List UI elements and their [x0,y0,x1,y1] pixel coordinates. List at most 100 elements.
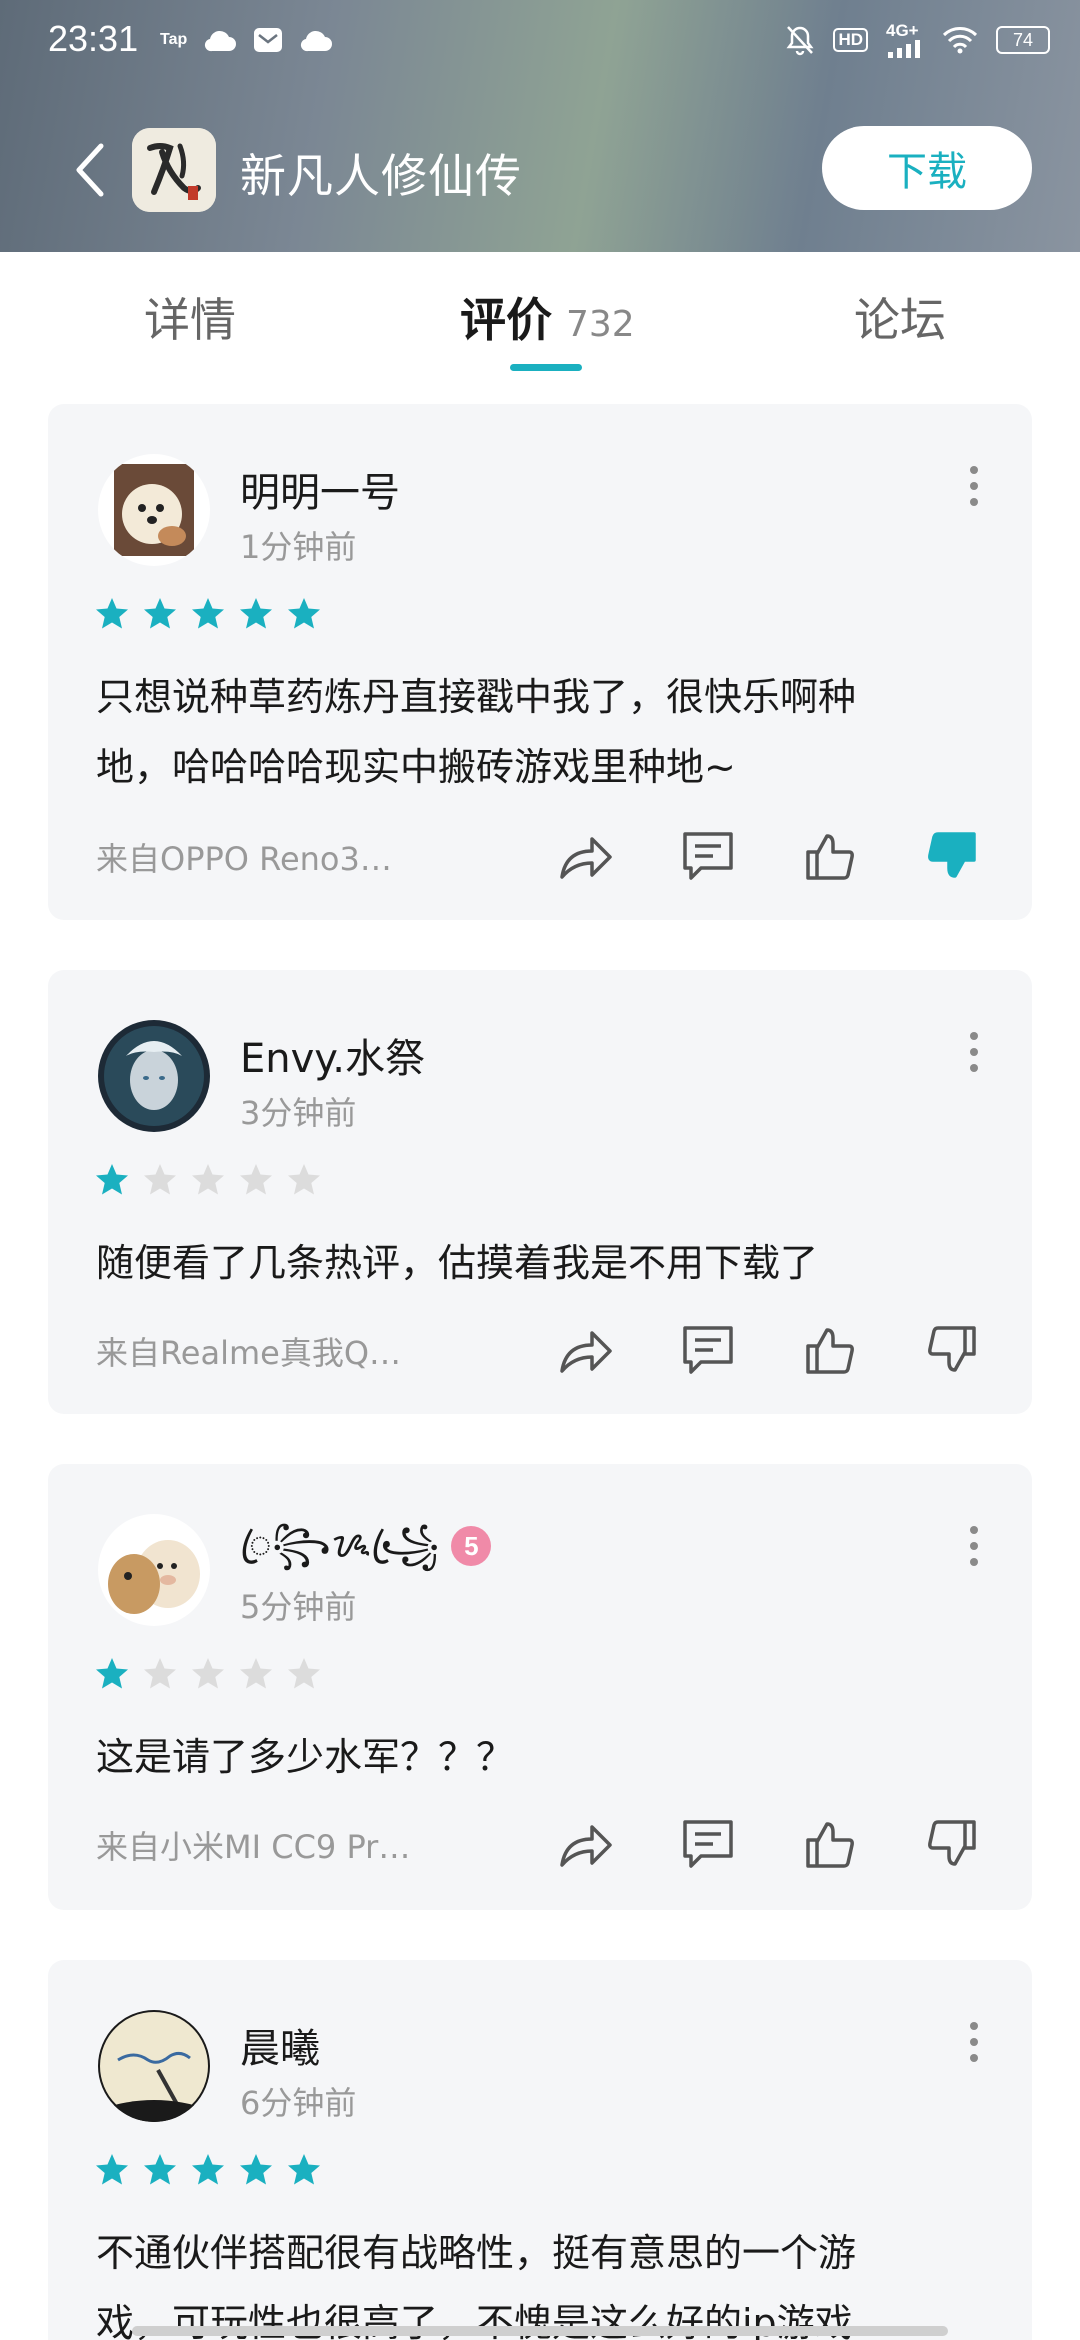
mail-icon [253,26,283,54]
device-label: 来自OPPO Reno3… [96,840,392,878]
star-icon [96,1658,128,1689]
comment-icon [683,832,733,880]
star-icon [240,2154,272,2185]
tab-bar: 详情 评价 732 论坛 [0,252,1080,384]
signal-4g-icon: 4G+ [886,22,924,58]
share-button[interactable] [558,828,614,884]
star-icon [192,1164,224,1195]
device-label: 来自Realme真我Q… [96,1334,402,1372]
cloud-icon [203,27,237,53]
review-text: 只想说种草药炼丹直接戳中我了，很快乐啊种 地，哈哈哈哈现实中搬砖游戏里种地~ [96,662,996,802]
more-options-button[interactable] [964,2022,984,2062]
review-card: ꦿ꧂ᝰ꧁ꦿ 5 5分钟前 这是请了多少水军？？？ 来自小米MI CC9 Pr… [48,1464,1032,1910]
review-time: 6分钟前 [240,2084,357,2122]
star-icon [144,1658,176,1689]
dislike-button[interactable] [924,1816,980,1872]
comment-icon [683,1820,733,1868]
star-icon [288,2154,320,2185]
more-options-button[interactable] [964,466,984,506]
more-options-button[interactable] [964,1032,984,1072]
star-icon [288,1164,320,1195]
star-icon [96,1164,128,1195]
nav-row: 新凡人修仙传 下载 [0,120,1080,220]
tab-forum[interactable]: 论坛 [854,284,946,350]
tab-details-label: 详情 [144,293,236,347]
avatar[interactable] [98,454,210,566]
review-count: 732 [566,304,635,345]
star-icon [192,2154,224,2185]
like-button[interactable] [802,1816,858,1872]
review-time: 5分钟前 [240,1588,357,1626]
tab-reviews-label: 评价 [460,293,552,347]
thumbs-up-icon [806,834,854,880]
avatar[interactable] [98,2010,210,2122]
tab-forum-label: 论坛 [854,293,946,347]
hd-icon: HD [833,28,868,52]
star-icon [240,598,272,629]
username-text: ꦿ꧂ᝰ꧁ꦿ [240,1522,440,1566]
review-text-line: 这是请了多少水军？？？ [96,1735,515,1779]
star-icon [288,1658,320,1689]
share-icon [560,1331,612,1373]
level-badge: 5 [451,1526,492,1566]
wifi-icon [942,26,978,54]
network-label: 4G+ [886,21,919,40]
thumbs-down-icon [928,1820,976,1866]
dislike-button[interactable] [924,828,980,884]
username[interactable]: 明明一号 [240,460,400,518]
username[interactable]: Envy.水祭 [240,1026,425,1084]
app-header: 23:31 Tap HD 4G+ 74 新凡人修仙传 下载 [0,0,1080,252]
review-text: 随便看了几条热评，估摸着我是不用下载了 [96,1228,996,1298]
chevron-left-icon [76,143,104,197]
like-button[interactable] [802,1322,858,1378]
star-icon [240,1164,272,1195]
review-text-line: 不通伙伴搭配很有战略性，挺有意思的一个游 [96,2231,857,2275]
review-actions [558,828,980,884]
review-card: 晨曦 6分钟前 不通伙伴搭配很有战略性，挺有意思的一个游 戏，可玩性也很高了，不… [48,1960,1032,2340]
dislike-button[interactable] [924,1322,980,1378]
username[interactable]: 晨曦 [240,2016,320,2074]
bell-off-icon [785,24,815,56]
comment-button[interactable] [680,1816,736,1872]
review-actions [558,1322,980,1378]
star-icon [96,598,128,629]
comment-button[interactable] [680,828,736,884]
review-text-line: 只想说种草药炼丹直接戳中我了，很快乐啊种 [96,675,857,719]
star-icon [192,598,224,629]
tab-reviews[interactable]: 评价 732 [460,284,635,350]
status-right-icons: HD 4G+ 74 [785,22,1050,58]
thumbs-down-icon [928,1326,976,1372]
avatar[interactable] [98,1514,210,1626]
avatar[interactable] [98,1020,210,1132]
star-icon [144,598,176,629]
back-button[interactable] [60,140,120,200]
more-options-button[interactable] [964,1526,984,1566]
review-card: 明明一号 1分钟前 只想说种草药炼丹直接戳中我了，很快乐啊种 地，哈哈哈哈现实中… [48,404,1032,920]
home-indicator[interactable] [132,2326,948,2336]
like-button[interactable] [802,828,858,884]
star-icon [96,2154,128,2185]
star-icon [288,598,320,629]
star-rating [94,1162,322,1198]
star-rating [94,596,322,632]
comment-icon [683,1326,733,1374]
app-title: 新凡人修仙传 [240,149,522,203]
review-time: 1分钟前 [240,528,357,566]
share-button[interactable] [558,1816,614,1872]
comment-button[interactable] [680,1322,736,1378]
app-logo-icon [132,128,216,212]
username[interactable]: ꦿ꧂ᝰ꧁ꦿ 5 [240,1514,492,1592]
star-icon [144,1164,176,1195]
cloud-icon [299,27,333,53]
download-button[interactable]: 下载 [822,126,1032,210]
review-actions [558,1816,980,1872]
thumbs-up-icon [806,1822,854,1868]
status-bar: 23:31 Tap HD 4G+ 74 [0,0,1080,84]
review-card: Envy.水祭 3分钟前 随便看了几条热评，估摸着我是不用下载了 来自Realm… [48,970,1032,1414]
thumbs-down-icon [928,832,976,878]
star-rating [94,2152,322,2188]
thumbs-up-icon [806,1328,854,1374]
tab-details[interactable]: 详情 [144,284,236,350]
share-button[interactable] [558,1322,614,1378]
active-tab-indicator [510,364,582,371]
